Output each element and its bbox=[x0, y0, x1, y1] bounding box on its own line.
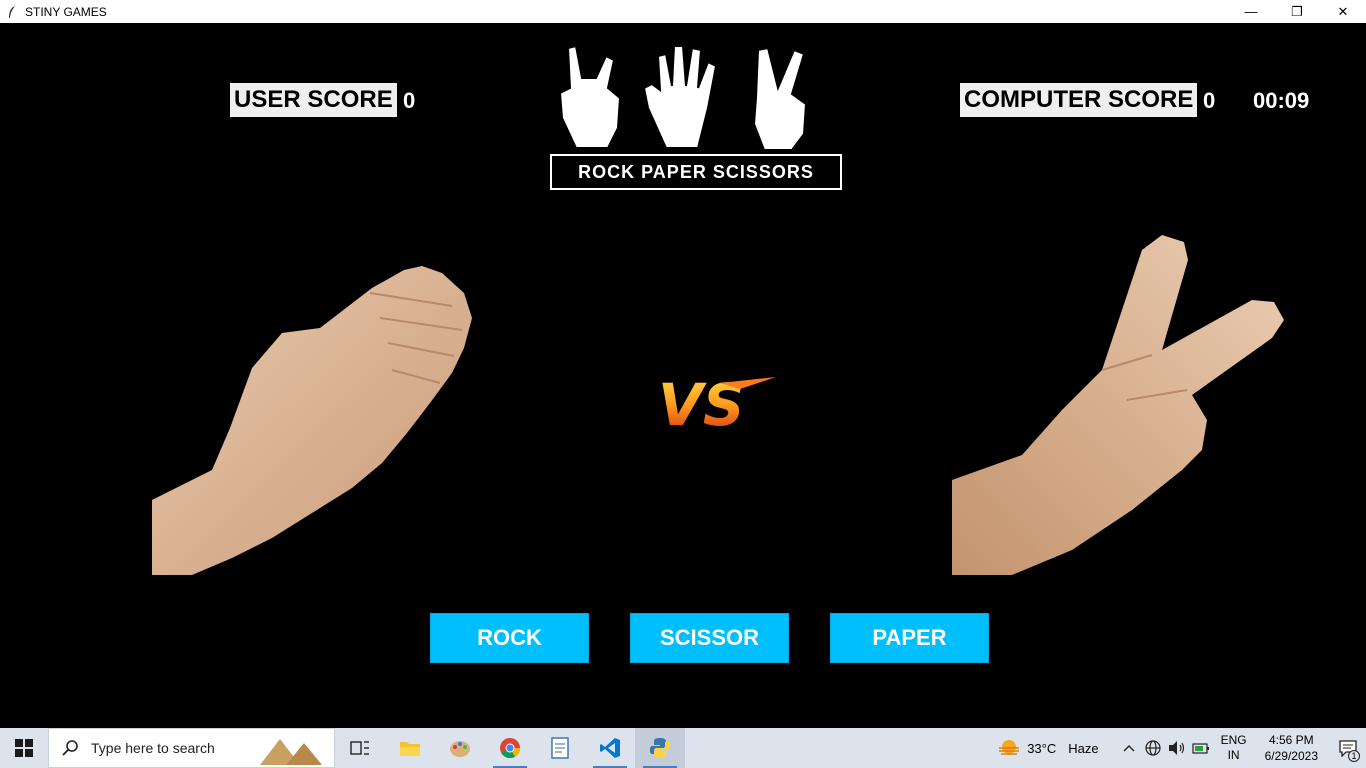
windows-taskbar: Type here to search 33°C Haze ENG IN 4:5… bbox=[0, 728, 1366, 768]
restore-button[interactable]: ❐ bbox=[1274, 0, 1320, 23]
vscode-icon bbox=[600, 738, 620, 758]
file-explorer-button[interactable] bbox=[385, 728, 435, 768]
notification-count-badge: 1 bbox=[1348, 750, 1360, 762]
weather-widget[interactable]: 33°C Haze bbox=[997, 738, 1099, 758]
logo-banner: ROCK PAPER SCISSORS bbox=[550, 154, 842, 190]
speaker-icon bbox=[1168, 741, 1184, 755]
battery-charging-icon bbox=[1191, 743, 1209, 754]
folder-icon bbox=[400, 742, 420, 756]
battery-button[interactable] bbox=[1189, 728, 1213, 768]
taskbar-clock[interactable]: 4:56 PM 6/29/2023 bbox=[1265, 732, 1318, 764]
game-logo: ROCK PAPER SCISSORS bbox=[548, 38, 844, 190]
python-button[interactable] bbox=[635, 728, 685, 768]
scissor-button[interactable]: SCISSOR bbox=[630, 613, 789, 663]
user-hand-paper-image bbox=[152, 266, 472, 575]
system-tray: 33°C Haze ENG IN 4:56 PM 6/29/2023 1 bbox=[997, 728, 1366, 768]
search-placeholder: Type here to search bbox=[91, 740, 215, 756]
chrome-button[interactable] bbox=[485, 728, 535, 768]
user-score-label: USER SCORE bbox=[230, 83, 397, 117]
clock-date: 6/29/2023 bbox=[1264, 749, 1318, 763]
hands-logo-icon bbox=[558, 44, 808, 151]
pyramids-icon bbox=[260, 739, 322, 765]
globe-icon bbox=[1144, 740, 1161, 756]
windows-logo-icon bbox=[15, 739, 33, 757]
paint-button[interactable] bbox=[435, 728, 485, 768]
input-language-indicator[interactable]: ENG IN bbox=[1221, 733, 1247, 763]
network-button[interactable] bbox=[1141, 728, 1165, 768]
document-icon bbox=[551, 737, 569, 759]
palette-icon bbox=[450, 741, 470, 757]
start-button[interactable] bbox=[0, 728, 48, 768]
task-view-button[interactable] bbox=[335, 728, 385, 768]
vscode-button[interactable] bbox=[585, 728, 635, 768]
vs-emblem: VS bbox=[658, 371, 776, 439]
logo-text: ROCK PAPER SCISSORS bbox=[578, 161, 814, 182]
computer-hand-scissors-image bbox=[952, 235, 1284, 575]
close-button[interactable]: ✕ bbox=[1320, 0, 1366, 23]
window-titlebar: STINY GAMES — ❐ ✕ bbox=[0, 0, 1366, 23]
rock-button[interactable]: ROCK bbox=[430, 613, 589, 663]
feather-icon bbox=[5, 5, 19, 19]
vs-text: VS bbox=[658, 371, 745, 439]
notepad-button[interactable] bbox=[535, 728, 585, 768]
weather-condition: Haze bbox=[1068, 740, 1099, 756]
chevron-up-icon bbox=[1123, 745, 1135, 752]
window-title: STINY GAMES bbox=[25, 4, 107, 19]
region-code: IN bbox=[1227, 748, 1240, 762]
weather-temperature: 33°C bbox=[1027, 740, 1057, 756]
game-timer: 00:09 bbox=[1253, 88, 1310, 113]
computer-score-label: COMPUTER SCORE bbox=[960, 83, 1198, 117]
search-icon bbox=[62, 740, 78, 756]
python-icon bbox=[650, 738, 670, 758]
user-score-value: 0 bbox=[403, 88, 416, 113]
volume-button[interactable] bbox=[1165, 728, 1189, 768]
task-view-icon bbox=[350, 741, 369, 755]
taskbar-search-box[interactable]: Type here to search bbox=[48, 728, 335, 768]
haze-weather-icon bbox=[999, 740, 1020, 755]
computer-score-value: 0 bbox=[1203, 88, 1216, 113]
minimize-button[interactable]: — bbox=[1228, 0, 1274, 23]
clock-time: 4:56 PM bbox=[1268, 733, 1314, 747]
show-hidden-icons-button[interactable] bbox=[1117, 728, 1141, 768]
game-canvas: USER SCORE 0 COMPUTER SCORE 0 00:09 ROCK… bbox=[0, 23, 1366, 728]
paper-button[interactable]: PAPER bbox=[830, 613, 989, 663]
notification-center-button[interactable]: 1 bbox=[1330, 728, 1366, 768]
chrome-icon bbox=[500, 738, 521, 759]
language-code: ENG bbox=[1220, 733, 1247, 747]
